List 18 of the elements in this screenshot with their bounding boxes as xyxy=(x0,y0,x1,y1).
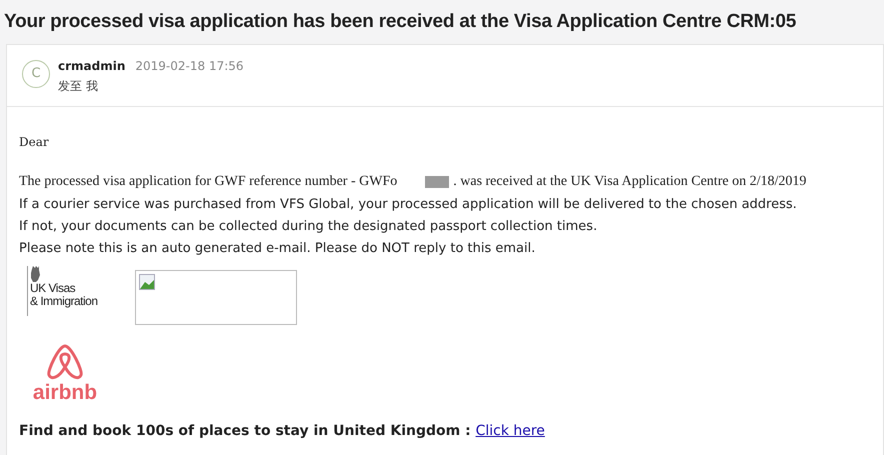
logo-text: UK Visas xyxy=(30,282,76,295)
brand-logo-icon xyxy=(45,343,85,381)
body-line: If not, your documents can be collected during the designated passport collection times. xyxy=(19,218,598,236)
body-line: Please note this is an auto generated e-mail. Please do NOT reply to this email. xyxy=(19,240,536,258)
sender-name: crmadmin xyxy=(58,58,126,75)
avatar: C xyxy=(22,60,50,88)
logo-text: & Immigration xyxy=(30,295,99,308)
body-line: If a courier service was purchased from VFS Global, your processed application will be delivered to the chosen address. xyxy=(19,196,798,214)
sent-date: 2019-02-18 17:56 xyxy=(135,58,244,75)
recipients: 发至 我 xyxy=(58,78,99,95)
email-subject: Your processed visa application has been received at the Visa Application Centre CRM:05 xyxy=(4,10,796,34)
reference-sentence: The processed visa application for GWF reference number - GWFo . was received at the UK Visa Application Centre on 2/18/2019 xyxy=(19,173,808,191)
redaction-mark xyxy=(425,176,450,188)
footer-line: Find and book 100s of places to stay in United Kingdom : Click here xyxy=(19,422,546,441)
broken-image-icon xyxy=(139,274,155,290)
brand-wordmark: airbnb xyxy=(32,381,98,405)
click-here-link[interactable]: Click here xyxy=(476,423,545,439)
greeting: Dear xyxy=(19,134,50,151)
